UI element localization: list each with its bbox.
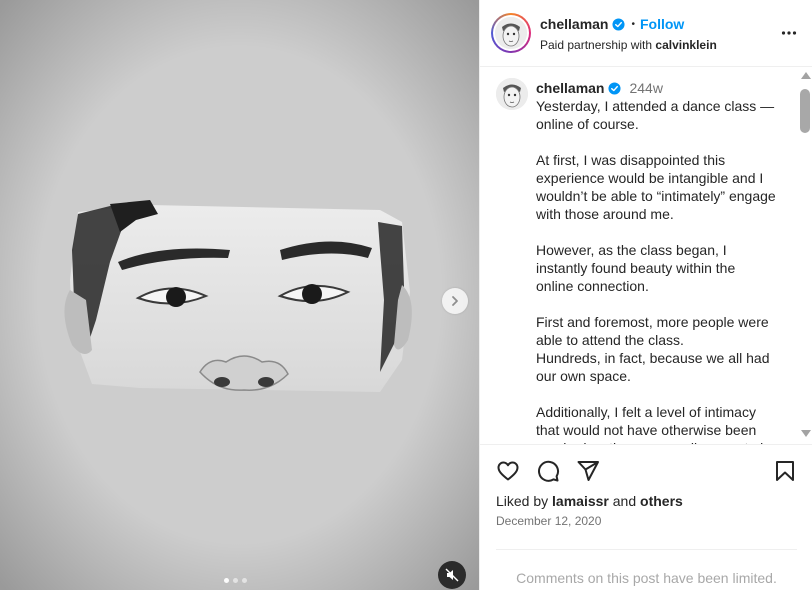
partnership-prefix: Paid partnership with [540, 38, 653, 52]
chevron-right-icon [452, 296, 458, 306]
comments-limited-notice: Comments on this post have been limited. [516, 570, 777, 586]
post-header: chellaman • Follow Paid partnership with… [480, 0, 812, 67]
comment-button[interactable] [536, 459, 560, 483]
more-options-button[interactable] [781, 24, 797, 45]
scroll-thumb[interactable] [800, 89, 810, 133]
carousel-dot [242, 578, 247, 583]
carousel-dot [224, 578, 229, 583]
post-media[interactable] [0, 0, 479, 590]
comments-section[interactable]: chellaman 244w Yesterday, I attended a d… [480, 68, 812, 444]
share-icon [577, 461, 599, 481]
post-date[interactable]: December 12, 2020 [496, 514, 601, 528]
next-media-button[interactable] [442, 288, 468, 314]
follow-button[interactable]: Follow [640, 16, 684, 32]
bookmark-icon [776, 461, 794, 481]
more-horizontal-icon [781, 31, 797, 35]
muted-speaker-icon [445, 568, 459, 582]
carousel-dot [233, 578, 238, 583]
partner-link[interactable]: calvinklein [655, 38, 716, 52]
caption-author-username[interactable]: chellaman [536, 79, 604, 97]
caption: chellaman 244w Yesterday, I attended a d… [536, 79, 776, 444]
liked-user-link[interactable]: lamaissr [552, 493, 609, 509]
caption-paragraph: However, as the class began, I instantly… [536, 242, 736, 294]
comments-scrollbar[interactable] [798, 70, 812, 442]
caption-author-avatar[interactable] [496, 78, 528, 110]
avatar-drawing-icon [496, 78, 528, 110]
post-actions: Liked by lamaissr and others December 12… [480, 444, 812, 550]
caption-paragraph: Yesterday, I attended a dance class — on… [536, 98, 775, 132]
verified-badge-icon [608, 81, 622, 95]
carousel-dots [224, 578, 247, 583]
caption-paragraph: First and foremost, more people were abl… [536, 314, 770, 384]
comment-icon [538, 460, 560, 482]
paid-partnership-label: Paid partnership with calvinklein [540, 38, 717, 52]
author-avatar[interactable] [491, 13, 531, 53]
liked-others-link[interactable]: others [640, 493, 683, 509]
scroll-down-arrow-icon[interactable] [801, 430, 811, 437]
save-button[interactable] [773, 459, 797, 483]
scroll-up-arrow-icon[interactable] [801, 72, 811, 79]
liked-prefix: Liked by [496, 493, 549, 509]
face-drawing-image [0, 0, 479, 590]
heart-icon [497, 461, 519, 481]
share-button[interactable] [576, 459, 600, 483]
caption-paragraph: Additionally, I felt a level of intimacy… [536, 404, 776, 444]
separator-dot: • [631, 18, 635, 30]
caption-text: Yesterday, I attended a dance class — on… [536, 97, 776, 444]
like-button[interactable] [496, 459, 520, 483]
avatar-drawing-icon [495, 17, 527, 49]
author-username[interactable]: chellaman [540, 16, 608, 32]
likes-summary: Liked by lamaissr and others [496, 493, 683, 509]
liked-and: and [612, 493, 637, 509]
caption-paragraph: At first, I was disappointed this experi… [536, 152, 776, 222]
caption-timestamp[interactable]: 244w [629, 79, 662, 97]
post-side-panel: chellaman • Follow Paid partnership with… [479, 0, 812, 590]
verified-badge-icon [612, 17, 626, 31]
comments-footer: Comments on this post have been limited. [496, 549, 797, 590]
mute-toggle-button[interactable] [438, 561, 466, 589]
